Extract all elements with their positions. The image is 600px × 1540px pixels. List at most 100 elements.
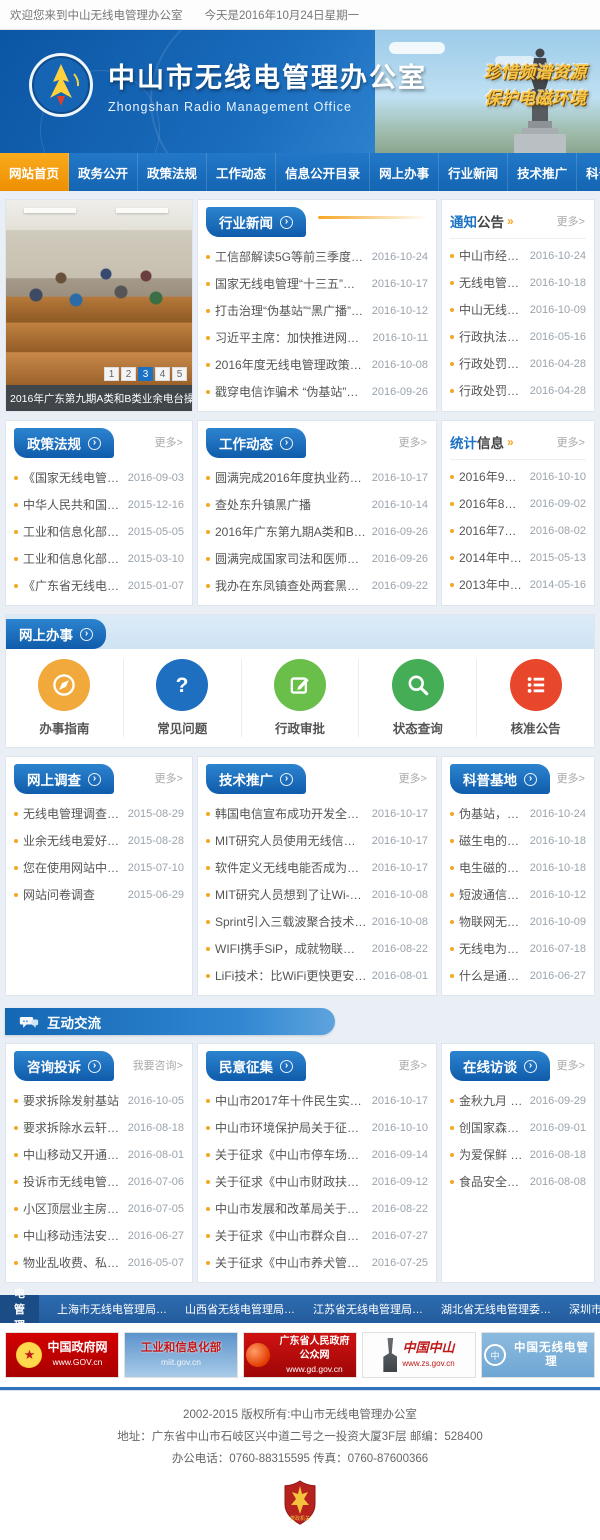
news-link[interactable]: 金秋九月 中山掀起反酒… [459,1092,525,1109]
news-link[interactable]: 什么是通讯信息诈骗？ [459,967,525,984]
news-link[interactable]: 圆满完成2016年度执业药师等考试… [215,469,367,486]
service-faq[interactable]: ? 常见问题 [123,659,241,737]
news-link[interactable]: 工业和信息化部关于14… [23,550,123,567]
service-announcement[interactable]: 核准公告 [476,659,594,737]
carousel-page-button[interactable]: 4 [155,367,170,381]
news-link[interactable]: MIT研究人员想到了让Wi-Fi提速10倍… [215,886,367,903]
news-link[interactable]: 行政执法暂扣物品公告… [459,328,525,345]
news-link[interactable]: 小区顶层业主房屋出租安装发… [23,1200,123,1217]
banner-gd-gov[interactable]: 广东省人民政府 公众网 www.gd.gov.cn [243,1332,357,1378]
more-link[interactable]: 更多> [557,213,585,229]
news-link[interactable]: 2014年中山市无线电管… [459,549,525,566]
carousel-page-button[interactable]: 3 [138,367,153,381]
news-link[interactable]: 电生磁的奠基人（1782－… [459,859,525,876]
news-link[interactable]: 伪基站，通信信息诈骗的… [459,805,525,822]
more-link[interactable]: 更多> [399,1057,427,1073]
agency-link[interactable]: 江苏省无线电管理局… [313,1301,423,1317]
carousel-page-button[interactable]: 2 [121,367,136,381]
more-link[interactable]: 更多> [399,434,427,450]
news-link[interactable]: 我办在东凤镇查处两套黑广播 [215,577,367,594]
news-link[interactable]: 关于征求《中山市群众自发性聚集活… [215,1227,367,1244]
news-link[interactable]: 韩国电信宣布成功开发全新5G中继器… [215,805,367,822]
news-link[interactable]: 关于征求《中山市停车场管理规定》… [215,1146,367,1163]
news-link[interactable]: 物业乱收费、私自安装大功率… [23,1254,123,1271]
news-link[interactable]: MIT研究人员使用无线信号识别情绪 [215,832,367,849]
news-link[interactable]: 创国家森林城市 建幸福… [459,1119,525,1136]
news-link[interactable]: 网站问卷调查 [23,886,123,903]
news-link[interactable]: 中山市发展和改革局关于向社会公… [215,1200,367,1217]
news-link[interactable]: 投诉市无线电管理办公室行政… [23,1173,123,1190]
carousel-page-button[interactable]: 5 [172,367,187,381]
news-link[interactable]: 物联网无线技术都使用… [459,913,525,930]
news-link[interactable]: 国家无线电管理“十三五”规划宣贯… [215,275,367,292]
photo-carousel[interactable]: 12345 2016年广东第九期A类和B类业余电台操作证书考试在中山 [5,199,193,412]
news-link[interactable]: 中山市经济和信息化局… [459,247,525,264]
service-approval[interactable]: 行政审批 [241,659,359,737]
news-link[interactable]: 行政处罚事先告知书送… [459,355,525,372]
news-link[interactable]: 关于征求《中山市财政扶持产业发展… [215,1173,367,1190]
news-link[interactable]: 查处东升镇黑广播 [215,496,367,513]
carousel-page-button[interactable]: 1 [104,367,119,381]
banner-miit[interactable]: 工业和信息化部 miit.gov.cn [124,1332,238,1378]
more-link[interactable]: 更多> [399,770,427,786]
nav-item[interactable]: 信息公开目录 [276,153,370,191]
nav-item[interactable]: 工作动态 [207,153,276,191]
news-link[interactable]: 磁生电的创立者——黎明… [459,832,525,849]
nav-item[interactable]: 政策法规 [138,153,207,191]
news-link[interactable]: 为爱保鲜 打好婚姻保卫… [459,1146,525,1163]
news-link[interactable]: 中山无线电监测站2015… [459,301,525,318]
news-link[interactable]: 您在使用网站中，认为还需要… [23,859,123,876]
banner-zhongshan[interactable]: 中国中山 www.zs.gov.cn [362,1332,476,1378]
news-link[interactable]: WIFI携手SiP，成就物联网解决方案专… [215,940,367,957]
nav-item[interactable]: 网上办事 [370,153,439,191]
more-link[interactable]: 更多> [557,770,585,786]
agency-link[interactable]: 上海市无线电管理局… [57,1301,167,1317]
news-link[interactable]: 工信部解读5G等前三季度工业通信… [215,248,367,265]
news-link[interactable]: 2016年8月无线电管理业… [459,495,525,512]
agency-link[interactable]: 深圳市无线电管理局… [569,1301,600,1317]
agency-link[interactable]: 山西省无线电管理局… [185,1301,295,1317]
news-link[interactable]: 无线电管理调查问卷 [23,805,123,822]
banner-srrc[interactable]: 中 中国无线电管理 [481,1332,595,1378]
nav-item[interactable]: 技术推广 [508,153,577,191]
agency-link[interactable]: 湖北省无线电管理委… [441,1301,551,1317]
more-link[interactable]: 更多> [155,770,183,786]
news-link[interactable]: 2013年中山市无线电管… [459,576,525,593]
more-link[interactable]: 更多> [155,434,183,450]
news-link[interactable]: 习近平主席：加快推进网络信息技术… [215,329,368,346]
news-link[interactable]: 业余无线电爱好者调查问卷 [23,832,123,849]
nav-item[interactable]: 政务公开 [69,153,138,191]
news-link[interactable]: 短波通信为何经久不衰… [459,886,525,903]
service-guide[interactable]: 办事指南 [6,659,123,737]
news-link[interactable]: 圆满完成国家司法和医师资格考试… [215,550,367,567]
news-link[interactable]: 行政处罚事先告知书送… [459,382,525,399]
nav-item[interactable]: 科普基地 [577,153,600,191]
news-link[interactable]: 中山市2017年十件民生实事意见征… [215,1092,367,1109]
news-link[interactable]: 中山移动又开通违法基站 [23,1146,123,1163]
news-link[interactable]: 无线电为手机充电可行… [459,940,525,957]
news-link[interactable]: 中山市环境保护局关于征求《中山市… [215,1119,367,1136]
news-link[interactable]: 要求拆除发射基站 [23,1092,123,1109]
news-link[interactable]: 打击治理“伪基站”“黑广播”工作座… [215,302,367,319]
service-status[interactable]: 状态查询 [358,659,476,737]
more-link[interactable]: 我要咨询> [133,1057,183,1073]
news-link[interactable]: 《国家无线电管理规划（… [23,469,123,486]
news-link[interactable]: 中山移动违法安装通讯基站 [23,1227,123,1244]
news-link[interactable]: 关于征求《中山市养犬管理条例》(草… [215,1254,367,1271]
news-link[interactable]: 戳穿电信诈骗术 “伪基站”是个什么… [215,383,367,400]
news-link[interactable]: 2016年9月无线电管理业… [459,468,525,485]
news-link[interactable]: 中华人民共和国工业和… [23,496,123,513]
news-link[interactable]: LiFi技术：比WiFi更快更安全，成熟度… [215,967,367,984]
news-link[interactable]: 要求拆除水云轩10栋楼顶的基… [23,1119,123,1136]
news-link[interactable]: 2016年度无线电管理政策研究工作… [215,356,367,373]
news-link[interactable]: 2016年广东第九期A类和B类业余电… [215,523,367,540]
more-link[interactable]: 更多> [557,1057,585,1073]
news-link[interactable]: 软件定义无线电能否成为现实？ [215,859,367,876]
banner-gov-cn[interactable]: ★ 中国政府网 www.GOV.cn [5,1332,119,1378]
news-link[interactable]: 食品安全齐出力，健康中… [459,1173,525,1190]
gov-badge-icon[interactable]: 党政机关 [282,1480,318,1526]
news-link[interactable]: 工业和信息化部关于无… [23,523,123,540]
nav-item[interactable]: 网站首页 [0,153,69,191]
nav-item[interactable]: 行业新闻 [439,153,508,191]
more-link[interactable]: 更多> [557,434,585,450]
